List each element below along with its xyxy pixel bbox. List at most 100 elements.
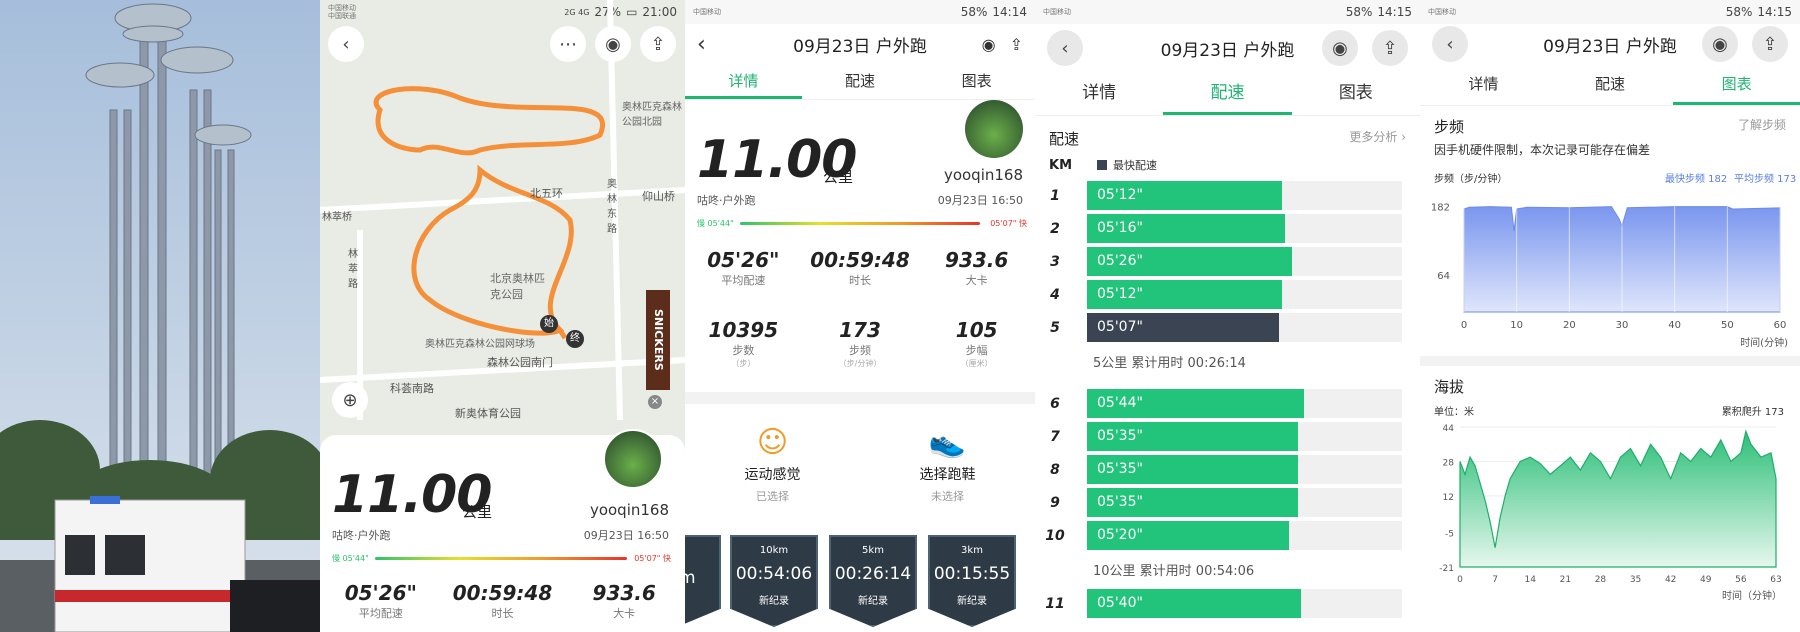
stride-value: 105 bbox=[955, 318, 998, 342]
camera-button[interactable]: ◉ bbox=[1322, 30, 1358, 66]
pace-section-title: 配速 bbox=[1049, 130, 1080, 148]
cadence-more-link[interactable]: 了解步频 bbox=[1738, 116, 1786, 137]
share-button[interactable]: ⇪ bbox=[1372, 30, 1408, 66]
cadence-ytick: 182 bbox=[1431, 203, 1450, 214]
alt-xtick: 56 bbox=[1735, 575, 1747, 585]
tab-pace[interactable]: 配速 bbox=[1547, 64, 1674, 105]
altitude-chart: 单位：米 累积爬升 173 44 28 12 -5 -210 7 14 21 28 35 42 49 56 6… bbox=[1434, 405, 1784, 602]
pace-row: 2 05'16" bbox=[1035, 212, 1420, 245]
pace-list-1: 1 05'12" 2 05'16" 3 05'26" 4 05'12" 5 05'07" bbox=[1035, 179, 1420, 344]
time-label: 14:14 bbox=[992, 5, 1027, 19]
ad-close-icon[interactable]: × bbox=[648, 395, 662, 409]
tab-detail[interactable]: 详情 bbox=[1035, 72, 1163, 115]
shoe-button[interactable]: 👟 选择跑鞋 未选择 bbox=[860, 425, 1035, 504]
camera-icon[interactable]: ◉ bbox=[982, 35, 996, 54]
badge-sub: 新纪录 bbox=[858, 596, 888, 607]
feel-button[interactable]: ☺ 运动感觉 已选择 bbox=[685, 425, 860, 504]
split-summary: 10公里 累计用时 00:54:06 bbox=[1093, 564, 1255, 579]
route-loop-north bbox=[373, 86, 605, 156]
badge-title: 跑 bbox=[685, 545, 719, 560]
pace-list-3: 11 05'40" bbox=[1035, 587, 1420, 620]
share-button[interactable]: ⇪ bbox=[1752, 26, 1788, 62]
road-north-5th-ring bbox=[320, 187, 685, 213]
map-label: 森林公园南门 bbox=[487, 356, 553, 369]
back-button[interactable]: ‹ bbox=[1047, 30, 1083, 66]
calories-label: 大卡 bbox=[613, 607, 636, 620]
carrier-label: 中国移动 bbox=[1043, 8, 1071, 16]
record-badge[interactable]: 跑 0km bbox=[685, 535, 721, 627]
back-icon[interactable]: ‹ bbox=[697, 32, 706, 57]
feel-label: 运动感觉 bbox=[744, 467, 801, 483]
pace-row: 7 05'35" bbox=[1035, 420, 1420, 453]
pace-bar: 05'12" bbox=[1087, 280, 1283, 309]
cadence-xtick: 40 bbox=[1668, 320, 1681, 331]
altitude-header: 海拔 bbox=[1420, 366, 1800, 397]
cadence-xtick: 60 bbox=[1774, 320, 1787, 331]
cadence-fastest: 最快步频 182 bbox=[1665, 172, 1727, 185]
share-button[interactable]: ⇪ bbox=[640, 26, 676, 62]
pace-bar: 05'20" bbox=[1087, 521, 1289, 550]
stats-row-2: 10395 步数 （步） 173 步频 （步/分钟） 105 步幅 （厘米） bbox=[685, 318, 1035, 369]
map-label: 奥林东路 bbox=[607, 179, 617, 235]
map-label: 北五环 bbox=[530, 187, 563, 200]
km-label: 10 bbox=[1045, 527, 1065, 544]
calories-label: 大卡 bbox=[965, 274, 988, 287]
record-badge[interactable]: 5km 00:26:14 新纪录 bbox=[829, 535, 917, 627]
tab-detail[interactable]: 详情 bbox=[1420, 64, 1547, 105]
badge-value: 00:54:06 bbox=[735, 564, 813, 584]
back-button[interactable]: ‹ bbox=[328, 26, 364, 62]
map-label: 奥林匹克森林公园北园 bbox=[622, 102, 682, 128]
share-icon[interactable]: ⇪ bbox=[1010, 35, 1023, 54]
avatar[interactable] bbox=[965, 100, 1023, 158]
km-label: 11 bbox=[1045, 595, 1065, 612]
battery-label: 58% bbox=[1345, 5, 1373, 19]
legend-swatch bbox=[1097, 160, 1107, 170]
avg-pace-value: 05'26" bbox=[344, 581, 417, 605]
chart-screen: 中国移动 58% 14:15 ‹ 09月23日 户外跑 ◉ ⇪ 详情 配速 图表 步… bbox=[1420, 0, 1800, 632]
snickers-ad[interactable]: SNICKERS bbox=[646, 290, 670, 390]
steps-value: 10395 bbox=[708, 318, 779, 342]
shoe-label: 选择跑鞋 bbox=[919, 467, 976, 483]
alt-climb: 累积爬升 173 bbox=[1722, 406, 1784, 418]
alt-xtick: 28 bbox=[1595, 575, 1607, 585]
more-button[interactable]: ⋯ bbox=[550, 26, 586, 62]
calories-value: 933.6 bbox=[945, 248, 1009, 272]
km-label: 3 bbox=[1050, 253, 1060, 270]
tab-detail[interactable]: 详情 bbox=[685, 64, 802, 99]
record-badge[interactable]: 10km 00:54:06 新纪录 bbox=[730, 535, 818, 627]
tab-pace[interactable]: 配速 bbox=[1163, 72, 1292, 115]
alt-xtick: 21 bbox=[1560, 575, 1571, 585]
app-label: 咕咚·户外跑 bbox=[697, 194, 756, 207]
divider bbox=[685, 392, 1035, 404]
map-label: 仰山桥 bbox=[642, 190, 675, 203]
calories-value: 933.6 bbox=[592, 581, 656, 605]
back-button[interactable]: ‹ bbox=[1432, 26, 1468, 62]
tab-pace[interactable]: 配速 bbox=[802, 64, 919, 99]
pace-header: 配速 更多分析 › bbox=[1035, 116, 1420, 149]
avatar[interactable] bbox=[603, 429, 663, 489]
map-label: 林萃桥 bbox=[322, 212, 352, 223]
avg-pace-label: 平均配速 bbox=[358, 607, 403, 620]
tab-chart[interactable]: 图表 bbox=[1292, 72, 1420, 115]
camera-button[interactable]: ◉ bbox=[1702, 26, 1738, 62]
map-label: 林萃路 bbox=[348, 249, 358, 290]
cadence-xtick: 0 bbox=[1461, 320, 1467, 331]
tab-chart[interactable]: 图表 bbox=[918, 64, 1035, 99]
cadence-ytick: 64 bbox=[1437, 271, 1450, 282]
more-analysis-link[interactable]: 更多分析 › bbox=[1349, 128, 1406, 149]
tab-chart[interactable]: 图表 bbox=[1673, 64, 1800, 105]
username: yooqin168 bbox=[589, 501, 669, 519]
badge-value: 00:15:55 bbox=[933, 564, 1011, 584]
alt-xtick: 49 bbox=[1700, 575, 1712, 585]
pace-row: 10 05'20" bbox=[1035, 519, 1420, 552]
locate-button[interactable]: ⊕ bbox=[332, 382, 368, 418]
alt-xtick: 0 bbox=[1457, 575, 1463, 585]
record-badge[interactable]: 3km 00:15:55 新纪录 bbox=[928, 535, 1016, 627]
carrier-label: 中国移动 bbox=[1428, 8, 1456, 16]
shoe-sub: 未选择 bbox=[931, 490, 964, 503]
nav-bar: ‹ 09月23日 户外跑 ◉ ⇪ bbox=[685, 24, 1035, 64]
camera-button[interactable]: ◉ bbox=[595, 26, 631, 62]
distance-unit: 公里 bbox=[823, 168, 854, 186]
badge-value: 00:26:14 bbox=[834, 564, 912, 584]
pace-row: 9 05'35" bbox=[1035, 486, 1420, 519]
